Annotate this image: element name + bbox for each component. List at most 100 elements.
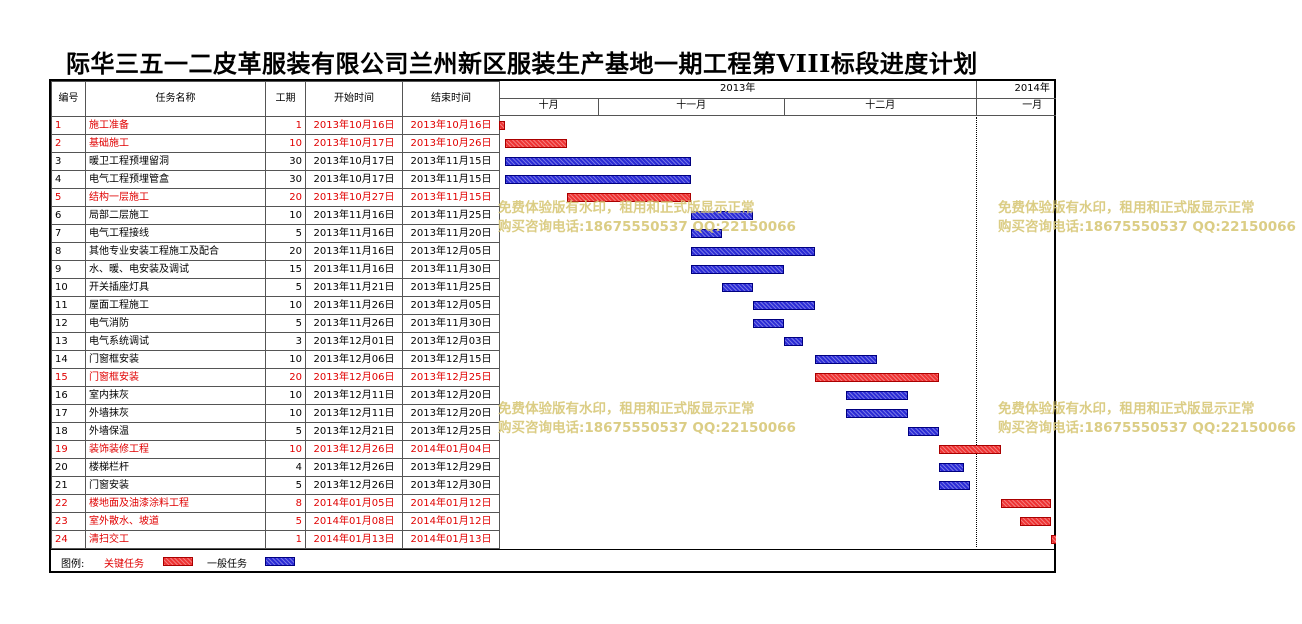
task-bar [753, 319, 785, 328]
table-row: 14 门窗框安装 10 2013年12月06日 2013年12月15日 [51, 350, 500, 369]
task-bar [691, 265, 785, 274]
year-label: 2013年 [719, 83, 756, 94]
task-end: 2013年10月26日 [402, 134, 500, 153]
task-start: 2014年01月13日 [305, 530, 403, 549]
task-start: 2013年12月06日 [305, 350, 403, 369]
task-duration: 30 [265, 170, 306, 189]
task-start: 2013年11月26日 [305, 314, 403, 333]
month-label: 一月 [1022, 100, 1043, 111]
table-row: 24 清扫交工 1 2014年01月13日 2014年01月13日 [51, 530, 500, 549]
task-start: 2013年11月16日 [305, 224, 403, 243]
task-no: 4 [51, 170, 86, 189]
month-divider [598, 98, 600, 115]
task-duration: 5 [265, 512, 306, 531]
task-start: 2014年01月05日 [305, 494, 403, 513]
task-end: 2013年10月16日 [402, 116, 500, 135]
task-end: 2013年12月03日 [402, 332, 500, 351]
task-start: 2013年10月16日 [305, 116, 403, 135]
table-row: 12 电气消防 5 2013年11月26日 2013年11月30日 [51, 314, 500, 333]
task-duration: 8 [265, 494, 306, 513]
task-name: 门窗框安装 [85, 350, 266, 369]
task-end: 2014年01月13日 [402, 530, 500, 549]
legend-critical-label: 关键任务 [104, 559, 144, 570]
task-duration: 10 [265, 134, 306, 153]
task-end: 2013年11月25日 [402, 206, 500, 225]
task-name: 电气系统调试 [85, 332, 266, 351]
task-duration: 20 [265, 368, 306, 387]
task-start: 2013年11月16日 [305, 206, 403, 225]
month-divider [976, 98, 978, 115]
task-no: 18 [51, 422, 86, 441]
task-bar [1050, 535, 1056, 544]
task-bar [567, 193, 692, 202]
task-end: 2013年12月05日 [402, 242, 500, 261]
task-end: 2013年11月15日 [402, 152, 500, 171]
table-row: 8 其他专业安装工程施工及配合 20 2013年11月16日 2013年12月05日 [51, 242, 500, 261]
task-start: 2013年12月01日 [305, 332, 403, 351]
task-bar [815, 355, 878, 364]
task-end: 2013年12月29日 [402, 458, 500, 477]
task-no: 17 [51, 404, 86, 423]
task-start: 2013年10月17日 [305, 170, 403, 189]
task-start: 2013年11月16日 [305, 242, 403, 261]
task-name: 电气工程接线 [85, 224, 266, 243]
task-duration: 1 [265, 116, 306, 135]
task-start: 2013年11月16日 [305, 260, 403, 279]
task-no: 15 [51, 368, 86, 387]
table-row: 11 屋面工程施工 10 2013年11月26日 2013年12月05日 [51, 296, 500, 315]
task-bar [846, 409, 909, 418]
task-end: 2014年01月12日 [402, 512, 500, 531]
task-no: 3 [51, 152, 86, 171]
task-start: 2013年10月17日 [305, 152, 403, 171]
task-start: 2013年10月27日 [305, 188, 403, 207]
table-row: 21 门窗安装 5 2013年12月26日 2013年12月30日 [51, 476, 500, 495]
task-bar [499, 121, 506, 130]
task-name: 基础施工 [85, 134, 266, 153]
task-duration: 30 [265, 152, 306, 171]
task-name: 外墙保温 [85, 422, 266, 441]
task-start: 2013年12月11日 [305, 404, 403, 423]
table-row: 18 外墙保温 5 2013年12月21日 2013年12月25日 [51, 422, 500, 441]
task-no: 14 [51, 350, 86, 369]
col-header-no: 编号 [51, 81, 86, 117]
legend-label: 图例: [61, 559, 85, 570]
task-name: 楼梯栏杆 [85, 458, 266, 477]
task-no: 12 [51, 314, 86, 333]
task-no: 13 [51, 332, 86, 351]
task-end: 2013年11月15日 [402, 170, 500, 189]
table-row: 10 开关插座灯具 5 2013年11月21日 2013年11月25日 [51, 278, 500, 297]
task-start: 2013年12月26日 [305, 476, 403, 495]
task-start: 2013年11月21日 [305, 278, 403, 297]
task-duration: 1 [265, 530, 306, 549]
task-duration: 10 [265, 386, 306, 405]
task-no: 21 [51, 476, 86, 495]
task-start: 2013年12月26日 [305, 440, 403, 459]
task-name: 暖卫工程预埋留洞 [85, 152, 266, 171]
task-bar [939, 445, 1002, 454]
task-end: 2013年11月30日 [402, 314, 500, 333]
task-bar [1001, 499, 1051, 508]
table-row: 4 电气工程预埋管盒 30 2013年10月17日 2013年11月15日 [51, 170, 500, 189]
table-row: 3 暖卫工程预埋留洞 30 2013年10月17日 2013年11月15日 [51, 152, 500, 171]
task-end: 2013年12月30日 [402, 476, 500, 495]
task-end: 2013年12月15日 [402, 350, 500, 369]
task-bar [815, 373, 940, 382]
task-name: 外墙抹灰 [85, 404, 266, 423]
task-duration: 4 [265, 458, 306, 477]
legend-critical-swatch [163, 557, 193, 566]
legend-normal-swatch [265, 557, 295, 566]
task-bar [691, 247, 816, 256]
task-end: 2013年12月05日 [402, 296, 500, 315]
task-duration: 10 [265, 206, 306, 225]
task-bar [691, 211, 754, 220]
task-bar [784, 337, 803, 346]
task-duration: 5 [265, 476, 306, 495]
task-no: 22 [51, 494, 86, 513]
task-bar [505, 139, 568, 148]
task-end: 2013年12月25日 [402, 368, 500, 387]
task-bar [505, 157, 692, 166]
task-bar [939, 463, 964, 472]
task-no: 9 [51, 260, 86, 279]
task-name: 电气消防 [85, 314, 266, 333]
task-name: 屋面工程施工 [85, 296, 266, 315]
